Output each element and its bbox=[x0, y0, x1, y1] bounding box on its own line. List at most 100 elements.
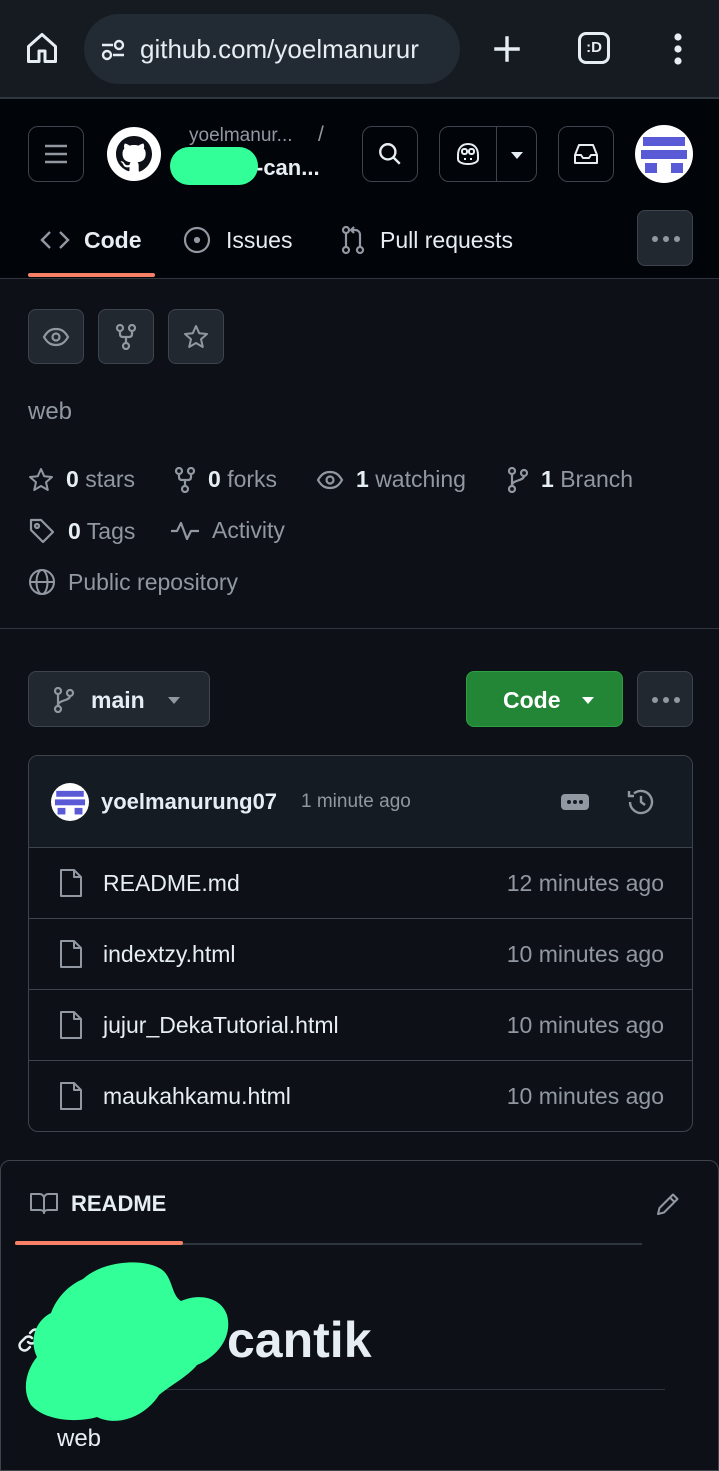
tab-pull-requests[interactable]: Pull requests bbox=[340, 215, 513, 265]
watch-button[interactable] bbox=[28, 309, 84, 364]
file-icon bbox=[60, 869, 82, 897]
star-icon bbox=[184, 324, 208, 348]
code-button-label: Code bbox=[503, 687, 561, 713]
hamburger-icon bbox=[45, 144, 67, 164]
activity-label: Activity bbox=[212, 517, 285, 543]
edit-pencil-icon[interactable] bbox=[655, 1191, 681, 1217]
branch-name: main bbox=[91, 687, 145, 713]
search-icon bbox=[379, 143, 401, 165]
redaction-mark bbox=[25, 1262, 229, 1421]
hamburger-menu-button[interactable] bbox=[28, 126, 84, 182]
repo-more-button[interactable] bbox=[637, 671, 693, 727]
file-name[interactable]: indextzy.html bbox=[103, 941, 236, 968]
url-bar[interactable]: github.com/yoelmanurur bbox=[84, 14, 460, 84]
branch-label: Branch bbox=[560, 466, 634, 492]
repo-name-link[interactable]: -can... bbox=[256, 155, 320, 181]
history-icon[interactable] bbox=[625, 786, 657, 818]
file-icon bbox=[60, 1082, 82, 1110]
globe-icon bbox=[29, 569, 55, 595]
commit-time: 1 minute ago bbox=[301, 791, 411, 812]
forks-count: 0 bbox=[208, 466, 221, 492]
home-icon[interactable] bbox=[24, 30, 60, 66]
file-time: 10 minutes ago bbox=[506, 1012, 664, 1038]
readme-panel: README cantik web bbox=[0, 1160, 719, 1471]
readme-body-text: web bbox=[57, 1425, 102, 1452]
book-icon bbox=[29, 1191, 59, 1215]
github-logo-icon[interactable] bbox=[107, 127, 161, 181]
latest-commit-row: yoelmanurung07 1 minute ago bbox=[29, 756, 692, 848]
path-separator: / bbox=[318, 123, 324, 146]
new-tab-icon[interactable] bbox=[490, 32, 524, 66]
copilot-divider bbox=[496, 127, 497, 181]
file-icon bbox=[60, 1011, 82, 1039]
site-settings-icon[interactable] bbox=[100, 38, 126, 62]
file-row[interactable]: maukahkamu.html 10 minutes ago bbox=[29, 1061, 692, 1131]
eye-icon bbox=[42, 327, 70, 346]
eye-icon bbox=[316, 470, 344, 489]
code-icon bbox=[40, 231, 70, 249]
section-divider bbox=[0, 628, 719, 629]
copilot-menu[interactable] bbox=[439, 126, 537, 182]
kebab-horizontal-icon bbox=[652, 697, 680, 703]
file-time: 10 minutes ago bbox=[506, 941, 664, 967]
more-tabs-button[interactable] bbox=[637, 210, 693, 266]
browser-toolbar: github.com/yoelmanurur :D bbox=[0, 0, 719, 99]
file-icon bbox=[60, 940, 82, 968]
search-button[interactable] bbox=[362, 126, 418, 182]
visibility-label: Public repository bbox=[68, 568, 239, 595]
activity-link[interactable]: Activity bbox=[170, 517, 285, 544]
star-icon bbox=[29, 467, 53, 491]
ellipsis-icon bbox=[567, 800, 583, 804]
pull-request-icon bbox=[341, 225, 365, 255]
browser-menu-icon[interactable] bbox=[672, 32, 684, 66]
commit-author-avatar[interactable] bbox=[51, 783, 89, 821]
commit-author[interactable]: yoelmanurung07 bbox=[101, 789, 277, 815]
watching-label: watching bbox=[375, 466, 466, 492]
tags-count: 0 bbox=[68, 517, 81, 544]
branch-stat[interactable]: 1 Branch bbox=[507, 466, 633, 493]
tab-switcher-button[interactable]: :D bbox=[578, 32, 610, 64]
forks-stat[interactable]: 0 forks bbox=[174, 466, 277, 493]
chevron-down-icon bbox=[168, 697, 180, 704]
stars-stat[interactable]: 0 stars bbox=[28, 466, 135, 493]
fork-icon bbox=[174, 466, 196, 493]
file-name[interactable]: jujur_DekaTutorial.html bbox=[103, 1012, 339, 1039]
tags-label: Tags bbox=[86, 517, 136, 544]
fork-button[interactable] bbox=[98, 309, 154, 364]
repo-owner-link[interactable]: yoelmanur... bbox=[189, 125, 293, 147]
branch-selector[interactable]: main bbox=[28, 671, 210, 727]
watching-stat[interactable]: 1 watching bbox=[316, 466, 466, 493]
file-name[interactable]: README.md bbox=[103, 870, 240, 897]
file-row[interactable]: jujur_DekaTutorial.html 10 minutes ago bbox=[29, 990, 692, 1061]
forks-label: forks bbox=[227, 466, 278, 492]
file-row[interactable]: README.md 12 minutes ago bbox=[29, 848, 692, 919]
fork-icon bbox=[115, 323, 137, 350]
tab-code[interactable]: Code bbox=[40, 215, 142, 265]
inbox-button[interactable] bbox=[558, 126, 614, 182]
issue-icon bbox=[183, 226, 211, 254]
repo-description: web bbox=[28, 398, 73, 425]
tab-code-label: Code bbox=[84, 226, 142, 253]
file-row[interactable]: indextzy.html 10 minutes ago bbox=[29, 919, 692, 990]
file-name[interactable]: maukahkamu.html bbox=[103, 1083, 291, 1110]
star-button[interactable] bbox=[168, 309, 224, 364]
tags-stat[interactable]: 0 Tags bbox=[28, 517, 135, 545]
active-tab-underline bbox=[28, 273, 155, 277]
redaction-mark bbox=[170, 147, 258, 185]
tag-icon bbox=[29, 518, 55, 544]
copilot-icon[interactable] bbox=[454, 141, 482, 167]
tab-count-badge: :D bbox=[586, 39, 602, 56]
commit-message-toggle[interactable] bbox=[561, 794, 589, 810]
tab-issues[interactable]: Issues bbox=[182, 215, 292, 265]
stars-count: 0 bbox=[66, 466, 79, 492]
code-dropdown-button[interactable]: Code bbox=[466, 671, 623, 727]
file-time: 10 minutes ago bbox=[506, 1083, 664, 1109]
pulse-icon bbox=[171, 521, 199, 540]
file-time: 12 minutes ago bbox=[506, 870, 664, 896]
chevron-down-icon[interactable] bbox=[510, 151, 524, 160]
readme-tab-label[interactable]: README bbox=[71, 1191, 166, 1217]
url-text: github.com/yoelmanurur bbox=[140, 34, 419, 64]
user-avatar[interactable] bbox=[635, 125, 693, 183]
tab-pull-requests-label: Pull requests bbox=[380, 226, 513, 253]
readme-tab-underline bbox=[15, 1241, 183, 1245]
